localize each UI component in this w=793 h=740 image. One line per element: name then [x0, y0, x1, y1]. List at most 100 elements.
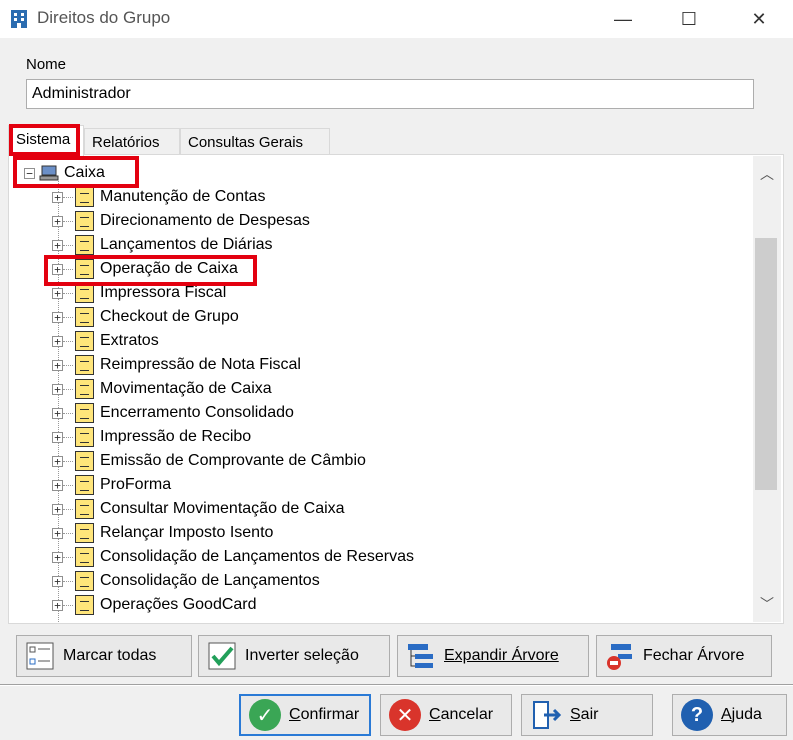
expandir-arvore-button[interactable]: Expandir Árvore [397, 635, 589, 677]
scroll-thumb[interactable] [755, 238, 777, 490]
tree-item[interactable]: + Direcionamento de Despesas [52, 209, 310, 233]
cancel-x-icon: ✕ [389, 699, 421, 731]
tab-relatorios[interactable]: Relatórios [84, 128, 180, 155]
tree-root-caixa[interactable]: − Caixa [24, 161, 105, 185]
tree-item-label: Movimentação de Caixa [100, 380, 272, 397]
tree-item-label: Consultar Movimentação de Caixa [100, 500, 345, 517]
tree-item[interactable]: + Impressora Fiscal [52, 281, 226, 305]
sair-label: Sair [570, 706, 599, 723]
tree-item[interactable]: + Consultar Movimentação de Caixa [52, 497, 345, 521]
tree-scrollbar[interactable]: ︿ ﹀ [753, 156, 781, 622]
tree-item[interactable]: + Operação de Caixa [52, 257, 238, 281]
tree-item-label: Direcionamento de Despesas [100, 212, 310, 229]
expand-icon[interactable]: + [52, 431, 63, 443]
tree-item[interactable]: + Movimentação de Caixa [52, 377, 272, 401]
tree-connector [63, 508, 73, 510]
tree-item[interactable]: + Impressão de Recibo [52, 425, 251, 449]
tree-connector [63, 268, 73, 270]
cancelar-button[interactable]: ✕ Cancelar [380, 694, 512, 736]
scroll-up-icon[interactable]: ︿ [753, 156, 781, 192]
expand-icon[interactable]: + [52, 311, 63, 323]
document-icon [75, 427, 94, 447]
tree-connector [63, 484, 73, 486]
tree-item[interactable]: + Consolidação de Lançamentos [52, 569, 320, 593]
expand-icon[interactable]: + [52, 527, 63, 539]
collapse-icon[interactable]: − [24, 167, 35, 179]
tree-item[interactable]: + Emissão de Comprovante de Câmbio [52, 449, 366, 473]
tree-item[interactable]: + Encerramento Consolidado [52, 401, 294, 425]
inverter-selecao-button[interactable]: Inverter seleção [198, 635, 390, 677]
expand-icon[interactable]: + [52, 407, 63, 419]
document-icon [75, 355, 94, 375]
tab-sistema[interactable]: Sistema [8, 125, 84, 156]
scroll-down-icon[interactable]: ﹀ [753, 586, 781, 622]
ajuda-label: Ajuda [721, 706, 762, 723]
expand-icon[interactable]: + [52, 383, 63, 395]
tree-item-label: Reimpressão de Nota Fiscal [100, 356, 301, 373]
fechar-arvore-button[interactable]: Fechar Árvore [596, 635, 772, 677]
expand-icon[interactable]: + [52, 287, 63, 299]
tree-connector [63, 220, 73, 222]
minimize-icon: — [614, 8, 632, 29]
document-icon [75, 499, 94, 519]
tree-item[interactable]: + Operações GoodCard [52, 593, 257, 617]
tree-connector [63, 292, 73, 294]
expand-icon[interactable]: + [52, 359, 63, 371]
tree-connector [63, 340, 73, 342]
tree-item[interactable]: + Reimpressão de Nota Fiscal [52, 353, 301, 377]
confirmar-button[interactable]: ✓ Confirmar [239, 694, 371, 736]
expand-icon[interactable]: + [52, 551, 63, 563]
separator [0, 684, 793, 686]
document-icon [75, 451, 94, 471]
tree-item[interactable]: + ProForma [52, 473, 171, 497]
tree-item-label: Encerramento Consolidado [100, 404, 294, 421]
expand-icon[interactable]: + [52, 215, 63, 227]
tab-consultas-gerais[interactable]: Consultas Gerais [180, 128, 330, 155]
close-button[interactable]: ✕ [736, 0, 782, 38]
expand-icon[interactable]: + [52, 599, 63, 611]
document-icon [75, 235, 94, 255]
nome-field[interactable] [26, 79, 754, 109]
tree-item-label: Relançar Imposto Isento [100, 524, 274, 541]
marcar-todas-label: Marcar todas [63, 647, 157, 664]
sair-button[interactable]: Sair [521, 694, 653, 736]
document-icon [75, 379, 94, 399]
expandir-arvore-label: Expandir Árvore [444, 647, 559, 664]
document-icon [75, 547, 94, 567]
checkmark-icon [208, 642, 236, 670]
tree-connector [63, 244, 73, 246]
checklist-icon [26, 642, 54, 670]
expand-icon[interactable]: + [52, 239, 63, 251]
permissions-tree[interactable]: − Caixa + Manutenção de Contas + Direcionam… [18, 156, 753, 622]
expand-icon[interactable]: + [52, 455, 63, 467]
maximize-button[interactable]: ☐ [666, 0, 712, 38]
tree-connector [63, 604, 73, 606]
tree-item[interactable]: + Relançar Imposto Isento [52, 521, 273, 545]
title-bar: Direitos do Grupo — ☐ ✕ [0, 0, 793, 38]
marcar-todas-button[interactable]: Marcar todas [16, 635, 192, 677]
minimize-button[interactable]: — [600, 0, 646, 38]
document-icon [75, 403, 94, 423]
tree-connector [63, 364, 73, 366]
tree-item[interactable]: + Lançamentos de Diárias [52, 233, 273, 257]
expand-icon[interactable]: + [52, 191, 63, 203]
expand-icon[interactable]: + [52, 335, 63, 347]
tree-item-label: Extratos [100, 332, 159, 349]
tree-item-label: Consolidação de Lançamentos de Reservas [100, 548, 414, 565]
expand-icon[interactable]: + [52, 263, 63, 275]
ajuda-button[interactable]: ? Ajuda [672, 694, 787, 736]
tree-item[interactable]: + Consolidação de Lançamentos de Reservas [52, 545, 414, 569]
fechar-arvore-label: Fechar Árvore [643, 647, 745, 664]
tree-item[interactable]: + Checkout de Grupo [52, 305, 239, 329]
tree-item[interactable]: + Extratos [52, 329, 159, 353]
tree-item[interactable]: + Manutenção de Contas [52, 185, 265, 209]
document-icon [75, 187, 94, 207]
expand-icon[interactable]: + [52, 479, 63, 491]
expand-icon[interactable]: + [52, 575, 63, 587]
tree-connector [63, 388, 73, 390]
cancelar-label: Cancelar [429, 706, 494, 723]
document-icon [75, 283, 94, 303]
tree-item-label: Impressão de Recibo [100, 428, 252, 445]
expand-icon[interactable]: + [52, 503, 63, 515]
tree-connector [63, 196, 73, 198]
